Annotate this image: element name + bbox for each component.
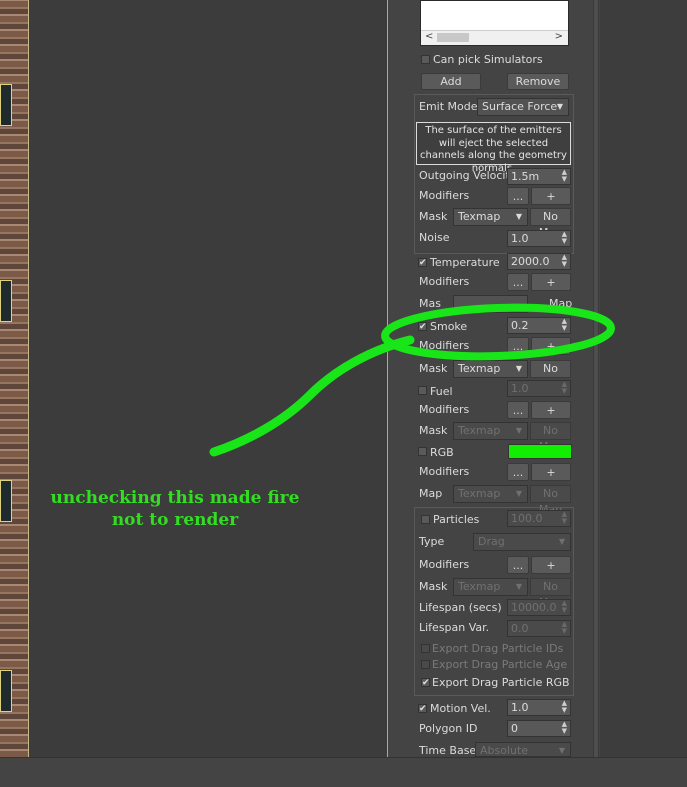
annotation-overlay [209,303,615,457]
annotation-text: unchecking this made fire not to render [50,488,300,530]
annotation-circle [381,303,615,361]
annotation-arrow-line [209,335,415,457]
